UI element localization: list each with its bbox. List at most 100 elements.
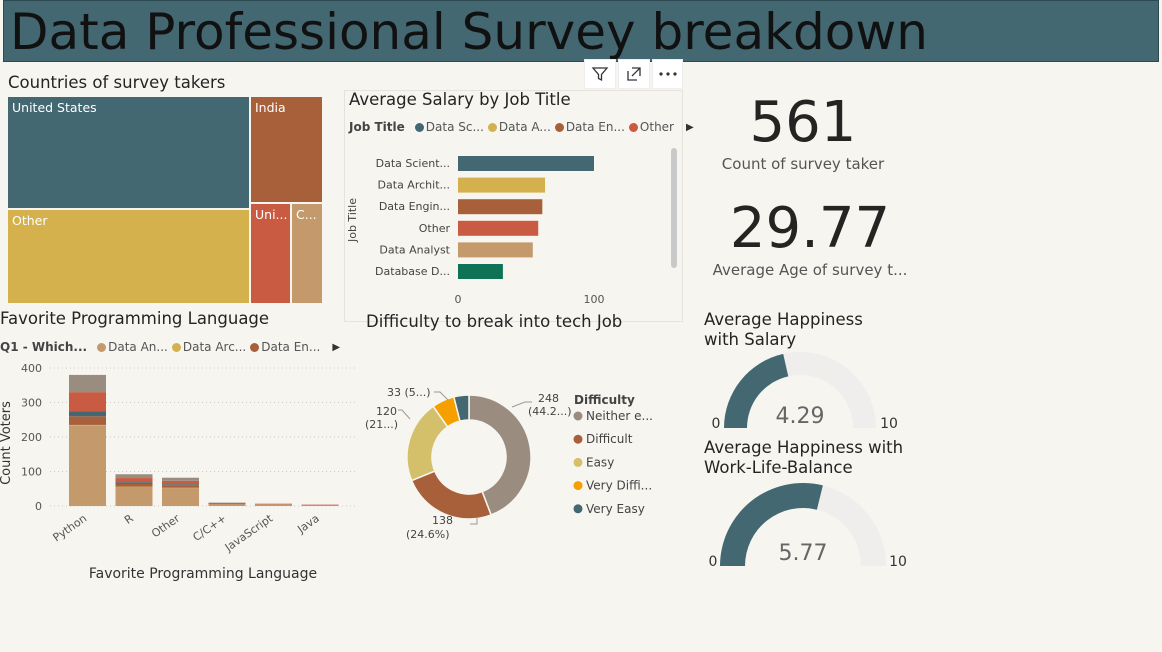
lang-bar-segment[interactable] — [208, 504, 246, 506]
legend-dot-data-architect — [171, 342, 181, 352]
legend-label: Data An... — [108, 340, 168, 354]
filter-icon — [591, 67, 609, 82]
lang-bar-segment[interactable] — [255, 504, 292, 506]
donut-label-easy-pct: (21...) — [365, 418, 398, 431]
lang-bar-segment[interactable] — [162, 484, 199, 486]
lang-chart-title: Favorite Programming Language — [0, 309, 270, 328]
lang-bar-segment[interactable] — [115, 482, 153, 484]
legend-dot — [573, 434, 583, 444]
difficulty-legend-label: Easy — [586, 455, 614, 469]
salary-bar[interactable] — [458, 199, 543, 215]
gauge-wlb-value: 5.77 — [779, 541, 828, 566]
gauge-wlb-title: Average Happiness with Work-Life-Balance — [704, 438, 903, 478]
lang-bar-segment[interactable] — [115, 487, 153, 506]
salary-bar[interactable] — [458, 220, 539, 236]
lang-bar-segment[interactable] — [162, 485, 199, 488]
treemap-title: Countries of survey takers — [8, 73, 226, 92]
lang-xtick: C/C++ — [191, 512, 229, 544]
legend-next-arrow-icon[interactable]: ▶ — [686, 122, 694, 133]
countries-treemap[interactable]: United States Other India Uni... C... — [7, 96, 323, 304]
legend-dot — [573, 481, 583, 491]
lang-bar-segment[interactable] — [69, 424, 106, 426]
lang-bar-segment[interactable] — [162, 488, 199, 506]
difficulty-legend-label: Neither e... — [586, 409, 653, 423]
salary-bar[interactable] — [458, 264, 503, 279]
lang-xtick: R — [122, 512, 136, 527]
focus-mode-button[interactable] — [618, 59, 650, 89]
treemap-cell-india[interactable]: India — [250, 96, 323, 203]
lang-bar-segment[interactable] — [115, 478, 153, 483]
lang-bar-segment[interactable] — [69, 425, 106, 506]
donut-slice[interactable] — [410, 470, 493, 520]
more-options-icon — [658, 72, 677, 76]
legend-dot-data-scientist — [414, 122, 424, 132]
salary-category-label: Other — [419, 222, 451, 235]
legend-dot — [573, 504, 583, 514]
lang-bar-segment[interactable] — [115, 483, 153, 487]
legend-label: Other — [639, 120, 674, 134]
donut-label-difficult: 138 — [432, 514, 453, 527]
legend-dot-data-analyst — [97, 342, 107, 352]
legend-dot — [573, 411, 583, 421]
gauge-salary-max: 10 — [880, 416, 898, 432]
more-options-button[interactable] — [652, 59, 683, 89]
salary-yaxis-label: Job Title — [346, 198, 359, 243]
lang-bar-segment[interactable] — [208, 502, 246, 504]
report-title-bar: Data Professional Survey breakdown — [3, 0, 1159, 62]
salary-bar[interactable] — [458, 156, 594, 171]
lang-yaxis-label: Count Voters — [0, 401, 14, 485]
lang-xtick: Other — [149, 512, 182, 541]
lang-bar-segment[interactable] — [115, 474, 153, 479]
salary-category-label: Data Scient... — [376, 157, 450, 170]
lang-legend[interactable]: Q1 - Which... Data An... Data Arc... Dat… — [0, 340, 340, 354]
lang-ytick: 200 — [21, 431, 42, 444]
filter-button[interactable] — [584, 59, 616, 89]
count-kpi-value: 561 — [749, 90, 857, 155]
salary-bar[interactable] — [458, 242, 533, 258]
age-kpi-value: 29.77 — [729, 196, 891, 261]
difficulty-legend-label: Very Easy — [586, 502, 645, 516]
salary-legend[interactable]: Job Title Data Sc... Data A... Data En..… — [349, 120, 694, 134]
lang-bar-segment[interactable] — [162, 480, 199, 485]
legend-dot-data-engineer — [250, 342, 260, 352]
gauge-wlb-max: 10 — [889, 554, 907, 570]
legend-label: Data A... — [498, 120, 551, 134]
lang-xtick: Java — [294, 512, 321, 537]
lang-ytick: 300 — [21, 397, 42, 410]
treemap-cell-canada[interactable]: C... — [291, 203, 323, 304]
legend-dot-data-architect — [487, 122, 497, 132]
lang-bar-segment[interactable] — [69, 416, 106, 425]
legend-next-arrow-icon[interactable]: ▶ — [332, 342, 340, 353]
difficulty-legend-label: Very Diffi... — [586, 479, 652, 493]
salary-legend-title: Job Title — [349, 120, 405, 134]
difficulty-legend-title: Difficulty — [574, 393, 635, 407]
lang-legend-title: Q1 - Which... — [0, 340, 88, 354]
gauge-wlb-title-line1: Average Happiness with — [704, 438, 904, 457]
salary-xtick: 0 — [455, 293, 462, 306]
gauge-salary-title: Average Happiness with Salary — [704, 310, 863, 350]
lang-xaxis-label: Favorite Programming Language — [89, 566, 317, 582]
lang-ytick: 0 — [35, 500, 42, 513]
lang-bar-segment[interactable] — [69, 392, 106, 412]
treemap-cell-united-states[interactable]: United States — [7, 96, 250, 209]
lang-bar-segment[interactable] — [301, 505, 339, 506]
lang-bar-segment[interactable] — [162, 477, 199, 481]
gauge-wlb-min: 0 — [709, 554, 718, 570]
lang-bar-segment[interactable] — [208, 503, 246, 505]
legend-label: Data Sc... — [425, 120, 484, 134]
treemap-cell-other[interactable]: Other — [7, 209, 250, 304]
gauge-salary-min: 0 — [712, 416, 721, 432]
salary-bar[interactable] — [458, 177, 546, 193]
legend-dot-other — [628, 122, 638, 132]
salary-category-label: Data Engin... — [379, 200, 450, 213]
difficulty-legend-label: Difficult — [586, 432, 633, 446]
salary-category-label: Data Archit... — [378, 179, 450, 192]
scrollbar-thumb[interactable] — [671, 148, 677, 268]
donut-label-difficult-pct: (24.6%) — [406, 528, 450, 541]
lang-bar-segment[interactable] — [69, 411, 106, 417]
legend-label: Data En... — [261, 340, 321, 354]
lang-bar-segment[interactable] — [69, 374, 106, 393]
legend-label: Data En... — [565, 120, 625, 134]
treemap-cell-uk[interactable]: Uni... — [250, 203, 291, 304]
lang-ytick: 100 — [21, 466, 42, 479]
